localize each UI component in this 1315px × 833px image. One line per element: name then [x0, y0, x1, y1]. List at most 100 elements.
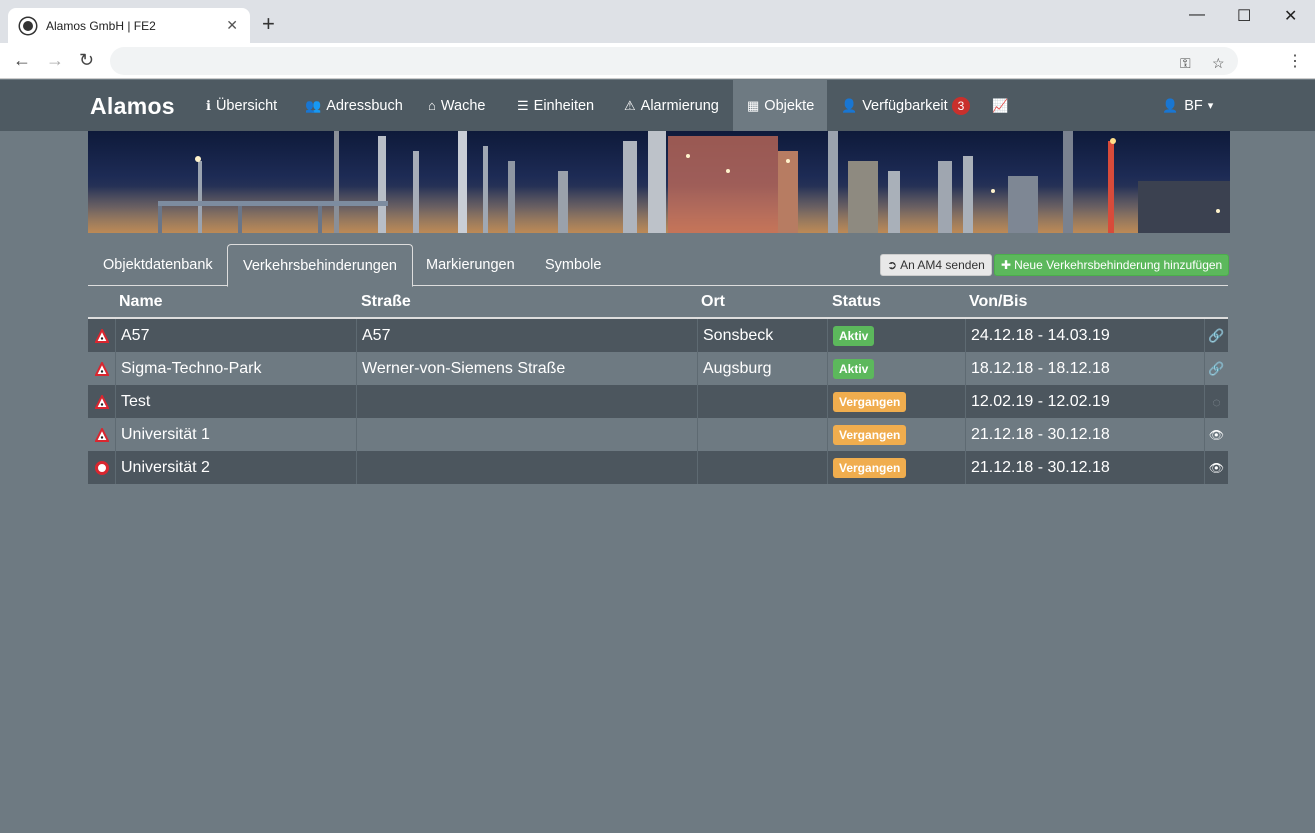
column-header-status[interactable]: Status	[832, 293, 881, 311]
nav-label: Einheiten	[533, 97, 595, 114]
link-icon[interactable]: 🔗	[1208, 361, 1224, 377]
maximize-button[interactable]: ☐	[1237, 6, 1251, 26]
row-status-cell: Vergangen	[827, 418, 965, 451]
no-entry-icon	[94, 460, 109, 475]
bookmark-star-icon[interactable]: ☆	[1212, 55, 1225, 72]
row-ort	[697, 385, 827, 418]
back-icon[interactable]: ←	[13, 50, 31, 71]
row-action-cell: 🔗	[1204, 319, 1228, 352]
tab-symbole[interactable]: Symbole	[530, 244, 616, 286]
nav-statistics[interactable]: 📈	[982, 80, 1023, 131]
nav-wache[interactable]: ⌂ Wache	[418, 80, 495, 131]
user-icon: 👤	[841, 97, 858, 113]
row-strasse	[356, 451, 697, 484]
column-header-ort[interactable]: Ort	[701, 293, 725, 311]
table-header: Name Straße Ort Status Von/Bis	[88, 287, 1228, 319]
alamos-logo[interactable]: Alamos	[90, 93, 175, 120]
row-name: Sigma-Techno-Park	[115, 352, 357, 385]
tab-objektdatenbank[interactable]: Objektdatenbank	[88, 244, 228, 286]
row-status-cell: Vergangen	[827, 451, 965, 484]
table-row[interactable]: Test Vergangen 12.02.19 - 12.02.19 ◌	[88, 385, 1228, 418]
nav-label: Adressbuch	[326, 97, 403, 114]
row-ort	[697, 418, 827, 451]
window-close-button[interactable]: ✕	[1284, 6, 1297, 26]
send-to-am4-label: An AM4 senden	[900, 258, 985, 272]
nav-verfuegbarkeit[interactable]: 👤 Verfügbarkeit 3	[831, 80, 980, 131]
traffic-warning-icon	[94, 394, 109, 409]
new-tab-button[interactable]: +	[262, 13, 275, 35]
send-to-am4-button[interactable]: ➲ An AM4 senden	[880, 254, 992, 276]
minimize-button[interactable]: —	[1189, 6, 1205, 24]
column-header-strasse[interactable]: Straße	[361, 293, 411, 311]
objects-tabs: Objektdatenbank Verkehrsbehinderungen Ma…	[88, 244, 1230, 287]
forward-icon[interactable]: →	[46, 50, 64, 71]
traffic-warning-icon	[94, 328, 109, 343]
users-icon: 👥	[305, 97, 322, 113]
plus-icon: ✚	[1001, 258, 1012, 272]
nav-uebersicht[interactable]: ℹ Übersicht	[196, 80, 287, 131]
address-bar[interactable]: ⚿ ☆	[110, 47, 1238, 75]
table-row[interactable]: Sigma-Techno-Park Werner-von-Siemens Str…	[88, 352, 1228, 385]
row-name: Universität 1	[115, 418, 357, 451]
browser-tab[interactable]: Alamos GmbH | FE2 ✕	[8, 8, 250, 43]
info-icon: ℹ	[206, 97, 211, 113]
add-traffic-obstruction-button[interactable]: ✚ Neue Verkehrsbehinderung hinzufügen	[994, 254, 1230, 276]
row-status-cell: Aktiv	[827, 352, 965, 385]
nav-label: Übersicht	[215, 97, 278, 114]
column-header-name[interactable]: Name	[119, 293, 163, 311]
browser-tab-bar: Alamos GmbH | FE2 ✕ + — ☐ ✕	[0, 0, 1315, 43]
traffic-warning-icon	[94, 427, 109, 442]
row-type-cell	[88, 451, 115, 484]
table-row[interactable]: Universität 1 Vergangen 21.12.18 - 30.12…	[88, 418, 1228, 451]
nav-adressbuch[interactable]: 👥 Adressbuch	[295, 80, 413, 131]
row-von-bis: 12.02.19 - 12.02.19	[965, 385, 1204, 418]
industrial-skyline-illustration	[88, 131, 1230, 233]
table-row[interactable]: Universität 2 Vergangen 21.12.18 - 30.12…	[88, 451, 1228, 484]
row-von-bis: 18.12.18 - 18.12.18	[965, 352, 1204, 385]
row-action-cell: 🔗	[1204, 352, 1228, 385]
tab-markierungen[interactable]: Markierungen	[411, 244, 530, 286]
row-von-bis: 21.12.18 - 30.12.18	[965, 451, 1204, 484]
status-badge: Aktiv	[833, 358, 875, 379]
chart-line-icon: 📈	[992, 97, 1009, 113]
nav-label: Objekte	[764, 97, 815, 114]
row-von-bis: 21.12.18 - 30.12.18	[965, 418, 1204, 451]
row-name: Test	[115, 385, 357, 418]
tab-verkehrsbehinderungen[interactable]: Verkehrsbehinderungen	[227, 244, 413, 287]
traffic-warning-icon	[94, 361, 109, 376]
home-icon: ⌂	[428, 98, 436, 113]
table-row[interactable]: A57 A57 Sonsbeck Aktiv 24.12.18 - 14.03.…	[88, 319, 1228, 352]
eye-icon[interactable]: 👁	[1209, 428, 1224, 442]
row-type-cell	[88, 319, 115, 352]
nav-objekte[interactable]: ▦ Objekte	[733, 80, 827, 131]
row-strasse: Werner-von-Siemens Straße	[356, 352, 697, 385]
user-initials: BF	[1184, 97, 1203, 114]
eye-slash-icon[interactable]: ◌	[1212, 394, 1220, 410]
column-header-von-bis[interactable]: Von/Bis	[969, 293, 1027, 311]
list-icon: ☰	[517, 97, 529, 113]
app-navbar: Alamos ℹ Übersicht 👥 Adressbuch ⌂ Wache …	[0, 80, 1315, 131]
nav-einheiten[interactable]: ☰ Einheiten	[507, 80, 604, 131]
user-menu[interactable]: 👤 BF ▾	[1162, 80, 1213, 131]
nav-alarmierung[interactable]: ⚠ Alarmierung	[614, 80, 729, 131]
row-name: Universität 2	[115, 451, 357, 484]
status-badge: Vergangen	[833, 424, 907, 445]
building-icon: ▦	[747, 97, 760, 113]
row-strasse	[356, 385, 697, 418]
eye-icon[interactable]: 👁	[1209, 461, 1224, 475]
browser-toolbar: ← → ↻ ⚿ ☆ ⋮	[0, 43, 1315, 79]
row-name: A57	[115, 319, 357, 352]
link-icon[interactable]: 🔗	[1208, 328, 1224, 344]
user-icon: 👤	[1162, 97, 1179, 113]
close-tab-icon[interactable]: ✕	[226, 17, 238, 34]
nav-label: Verfügbarkeit	[862, 97, 948, 114]
browser-menu-icon[interactable]: ⋮	[1287, 51, 1303, 71]
alamos-favicon-icon	[20, 17, 36, 34]
row-type-cell	[88, 418, 115, 451]
status-badge: Vergangen	[833, 391, 907, 412]
reload-icon[interactable]: ↻	[79, 50, 94, 71]
row-action-cell: 👁	[1204, 451, 1228, 484]
arrow-circle-icon: ➲	[887, 258, 898, 272]
row-strasse: A57	[356, 319, 697, 352]
key-icon[interactable]: ⚿	[1180, 55, 1191, 72]
